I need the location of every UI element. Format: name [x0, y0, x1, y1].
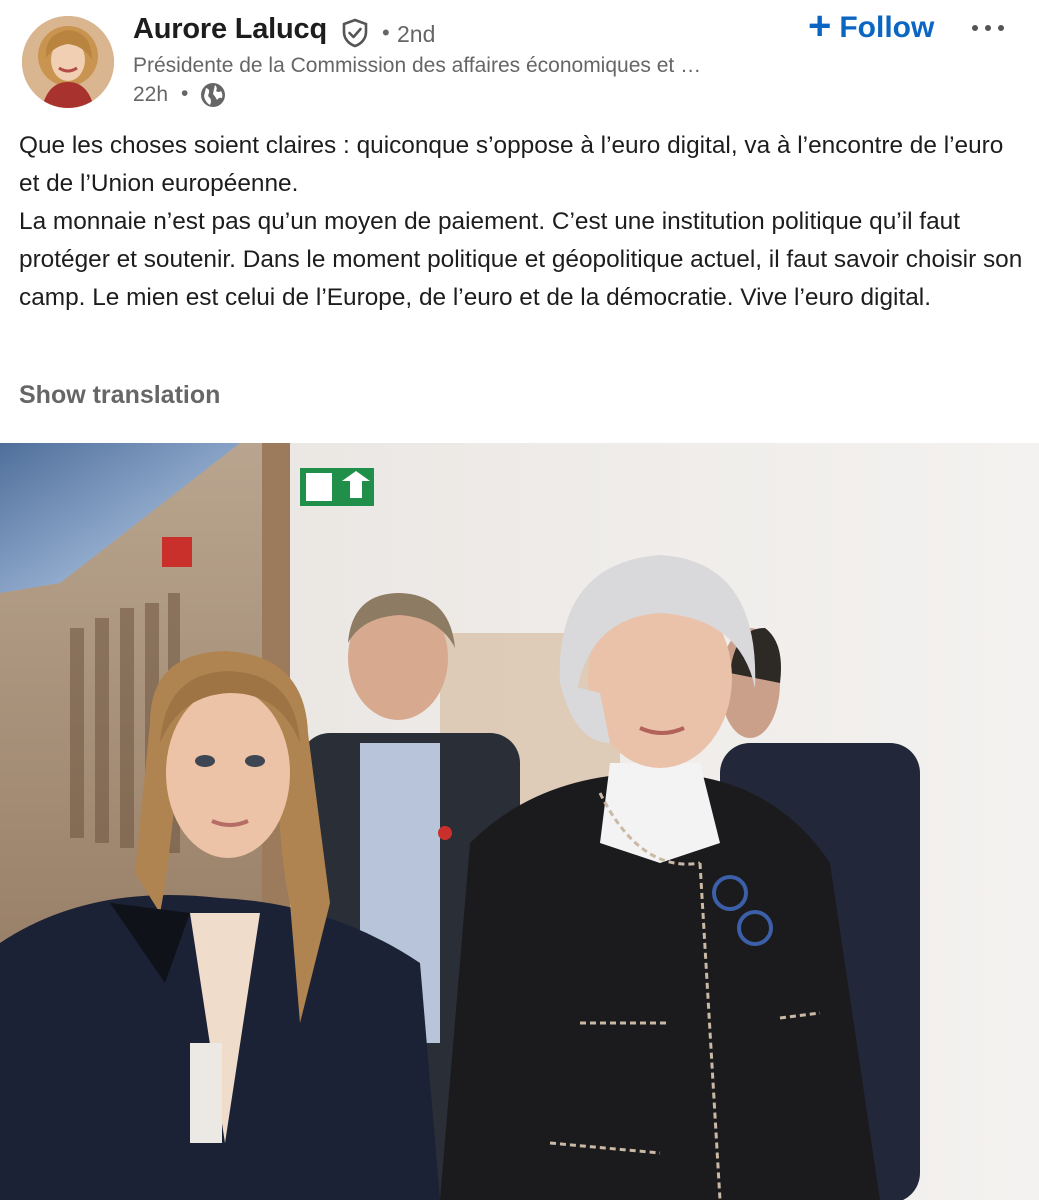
author-headline: Présidente de la Commission des affaires… — [133, 54, 702, 77]
follow-button[interactable]: + Follow — [800, 6, 942, 50]
plus-icon: + — [808, 4, 832, 48]
connection-degree: 2nd — [397, 21, 436, 47]
show-translation-link[interactable]: Show translation — [19, 381, 220, 410]
linkedin-post: Aurore Lalucq • 2nd Présidente de la Com… — [0, 0, 1039, 1200]
post-image[interactable] — [0, 443, 1039, 1200]
post-text: Que les choses soient claires : quiconqu… — [19, 127, 1029, 317]
post-timestamp: 22h — [133, 83, 169, 106]
follow-label: Follow — [839, 11, 935, 44]
more-options-button[interactable] — [966, 10, 1010, 46]
more-horizontal-icon — [972, 25, 1004, 31]
verified-shield-icon — [340, 18, 370, 48]
time-separator: • — [181, 82, 189, 105]
globe-icon — [199, 81, 227, 109]
degree-separator: • — [382, 20, 390, 45]
author-avatar[interactable] — [22, 16, 114, 108]
author-name[interactable]: Aurore Lalucq — [133, 13, 327, 46]
post-paragraph: La monnaie n’est pas qu’un moyen de paie… — [19, 208, 1023, 311]
post-paragraph: Que les choses soient claires : quiconqu… — [19, 132, 1004, 197]
